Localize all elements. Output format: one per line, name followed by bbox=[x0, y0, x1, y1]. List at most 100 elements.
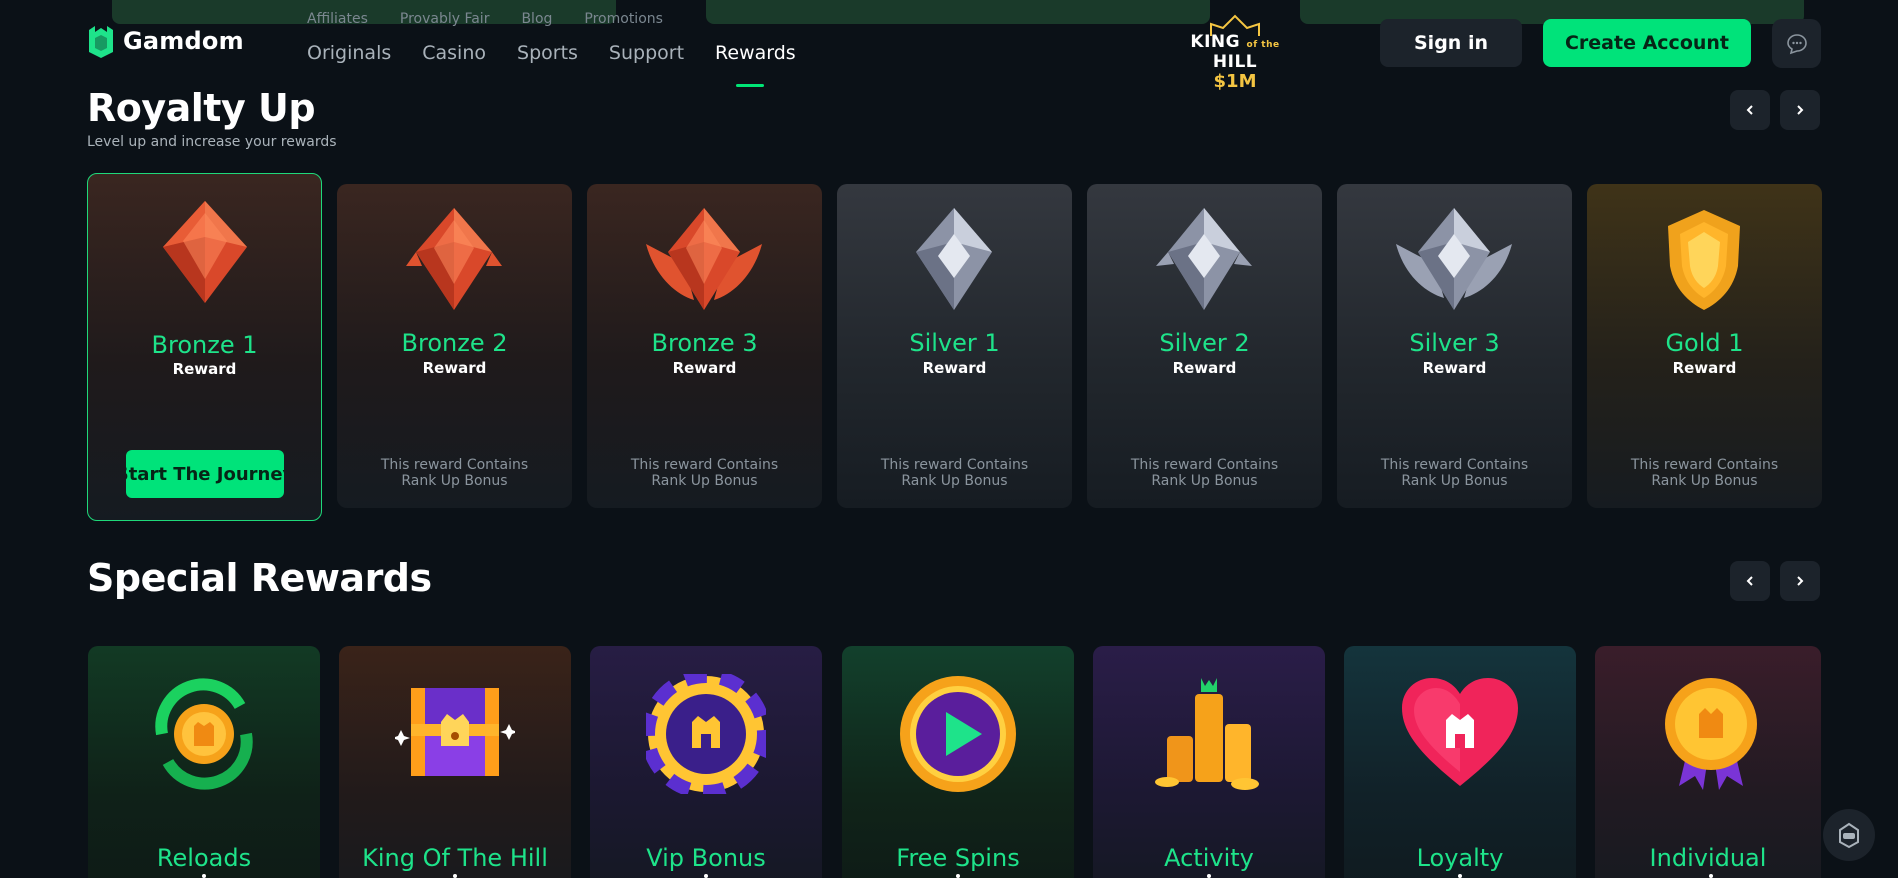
silver-3-icon bbox=[1396, 208, 1512, 310]
medal-icon bbox=[1665, 678, 1757, 790]
royalty-next-button[interactable] bbox=[1780, 90, 1820, 130]
chevron-right-icon bbox=[1797, 105, 1804, 115]
special-reward-name: Reloads bbox=[156, 844, 252, 872]
rank-card-bronze-1[interactable]: Bronze 1 Reward Start The Journey bbox=[87, 173, 322, 521]
rank-name: Silver 1 bbox=[909, 329, 1000, 357]
rank-name: Gold 1 bbox=[1665, 329, 1744, 357]
card-dot bbox=[1458, 874, 1462, 878]
silver-2-icon bbox=[1156, 208, 1252, 310]
card-dot bbox=[453, 874, 457, 878]
chevron-right-icon bbox=[1797, 576, 1804, 586]
nav-sports[interactable]: Sports bbox=[517, 42, 578, 64]
chat-bubble-icon bbox=[1786, 33, 1807, 54]
nav-provably-fair[interactable]: Provably Fair bbox=[400, 11, 490, 27]
secondary-nav: Affiliates Provably Fair Blog Promotions bbox=[307, 11, 663, 27]
crown-icon bbox=[1210, 14, 1260, 36]
primary-nav: Originals Casino Sports Support Rewards bbox=[307, 42, 796, 64]
special-card-loyalty[interactable]: Loyalty bbox=[1344, 646, 1576, 878]
rank-description: This reward Contains Rank Up Bonus bbox=[1380, 457, 1529, 489]
sign-in-button[interactable]: Sign in bbox=[1380, 19, 1522, 67]
rank-card-silver-3[interactable]: Silver 3 Reward This reward Contains Ran… bbox=[1337, 184, 1572, 508]
reload-coin-icon bbox=[155, 678, 253, 790]
chat-button[interactable] bbox=[1772, 19, 1821, 68]
rank-card-silver-2[interactable]: Silver 2 Reward This reward Contains Ran… bbox=[1087, 184, 1322, 508]
special-reward-name: Vip Bonus bbox=[646, 844, 766, 872]
rank-card-bronze-2[interactable]: Bronze 2 Reward This reward Contains Ran… bbox=[337, 184, 572, 508]
rank-reward-label: Reward bbox=[672, 359, 737, 377]
rank-reward-label: Reward bbox=[922, 359, 987, 377]
support-robot-icon bbox=[1839, 822, 1859, 849]
nav-affiliates[interactable]: Affiliates bbox=[307, 11, 368, 27]
rank-name: Bronze 3 bbox=[651, 329, 758, 357]
active-nav-indicator bbox=[736, 84, 764, 87]
promo-amount: $1M bbox=[1213, 71, 1257, 92]
card-dot bbox=[1709, 874, 1713, 878]
special-card-vip-bonus[interactable]: Vip Bonus bbox=[590, 646, 822, 878]
special-card-reloads[interactable]: Reloads bbox=[88, 646, 320, 878]
rank-card-silver-1[interactable]: Silver 1 Reward This reward Contains Ran… bbox=[837, 184, 1072, 508]
card-dot bbox=[704, 874, 708, 878]
bronze-2-icon bbox=[406, 208, 502, 310]
nav-promotions[interactable]: Promotions bbox=[584, 11, 663, 27]
rank-name: Silver 2 bbox=[1159, 329, 1250, 357]
rank-reward-label: Reward bbox=[1172, 359, 1237, 377]
royalty-prev-button[interactable] bbox=[1730, 90, 1770, 130]
chevron-left-icon bbox=[1746, 105, 1753, 115]
special-reward-name: Loyalty bbox=[1416, 844, 1504, 872]
card-dot bbox=[202, 874, 206, 878]
nav-support[interactable]: Support bbox=[609, 42, 684, 64]
promo-title: KING of the HILL bbox=[1190, 32, 1280, 72]
special-reward-name: Free Spins bbox=[896, 844, 1020, 872]
rank-description: This reward Contains Rank Up Bonus bbox=[630, 457, 779, 489]
silver-1-icon bbox=[916, 208, 992, 310]
rank-reward-label: Reward bbox=[172, 360, 237, 378]
rank-description: This reward Contains Rank Up Bonus bbox=[1130, 457, 1279, 489]
create-account-button[interactable]: Create Account bbox=[1543, 19, 1751, 67]
royalty-up-title: Royalty Up bbox=[87, 86, 316, 130]
card-dot bbox=[1207, 874, 1211, 878]
rank-reward-label: Reward bbox=[422, 359, 487, 377]
chevron-left-icon bbox=[1746, 576, 1753, 586]
support-widget-button[interactable] bbox=[1823, 809, 1875, 861]
special-reward-name: Individual bbox=[1649, 844, 1767, 872]
rank-description: This reward Contains Rank Up Bonus bbox=[1630, 457, 1779, 489]
nav-casino[interactable]: Casino bbox=[422, 42, 486, 64]
special-card-activity[interactable]: Activity bbox=[1093, 646, 1325, 878]
special-card-free-spins[interactable]: Free Spins bbox=[842, 646, 1074, 878]
logo-text: Gamdom bbox=[123, 27, 244, 55]
coin-stacks-icon bbox=[1155, 678, 1259, 790]
bronze-1-icon bbox=[163, 201, 247, 303]
bronze-3-icon bbox=[646, 208, 762, 310]
rank-description: This reward Contains Rank Up Bonus bbox=[880, 457, 1029, 489]
heart-icon bbox=[1402, 678, 1518, 786]
rank-card-bronze-3[interactable]: Bronze 3 Reward This reward Contains Ran… bbox=[587, 184, 822, 508]
special-rewards-title: Special Rewards bbox=[87, 556, 432, 600]
rank-reward-label: Reward bbox=[1422, 359, 1487, 377]
rank-card-gold-1[interactable]: Gold 1 Reward This reward Contains Rank … bbox=[1587, 184, 1822, 508]
play-coin-icon bbox=[900, 676, 1016, 792]
site-header: Gamdom Affiliates Provably Fair Blog Pro… bbox=[0, 0, 1898, 91]
start-journey-button[interactable]: Start The Journey bbox=[126, 450, 284, 498]
special-reward-name: Activity bbox=[1164, 844, 1254, 872]
special-reward-name: King Of The Hill bbox=[362, 844, 548, 872]
rank-description: This reward Contains Rank Up Bonus bbox=[380, 457, 529, 489]
gold-1-icon bbox=[1668, 210, 1740, 310]
rank-reward-label: Reward bbox=[1672, 359, 1737, 377]
rank-name: Bronze 1 bbox=[151, 331, 258, 359]
nav-blog[interactable]: Blog bbox=[521, 11, 552, 27]
gamdom-logo-icon bbox=[89, 26, 113, 58]
treasure-chest-icon bbox=[395, 688, 515, 776]
king-of-the-hill-promo[interactable]: KING of the HILL $1M bbox=[1178, 14, 1292, 91]
rank-name: Bronze 2 bbox=[401, 329, 508, 357]
rank-name: Silver 3 bbox=[1409, 329, 1500, 357]
vip-chip-icon bbox=[646, 674, 766, 794]
gamdom-logo[interactable]: Gamdom bbox=[87, 24, 244, 58]
special-card-king-of-the-hill[interactable]: King Of The Hill bbox=[339, 646, 571, 878]
special-card-individual[interactable]: Individual bbox=[1595, 646, 1821, 878]
special-next-button[interactable] bbox=[1780, 561, 1820, 601]
royalty-up-subtitle: Level up and increase your rewards bbox=[87, 134, 337, 150]
nav-rewards[interactable]: Rewards bbox=[715, 42, 796, 64]
special-prev-button[interactable] bbox=[1730, 561, 1770, 601]
card-dot bbox=[956, 874, 960, 878]
nav-originals[interactable]: Originals bbox=[307, 42, 391, 64]
